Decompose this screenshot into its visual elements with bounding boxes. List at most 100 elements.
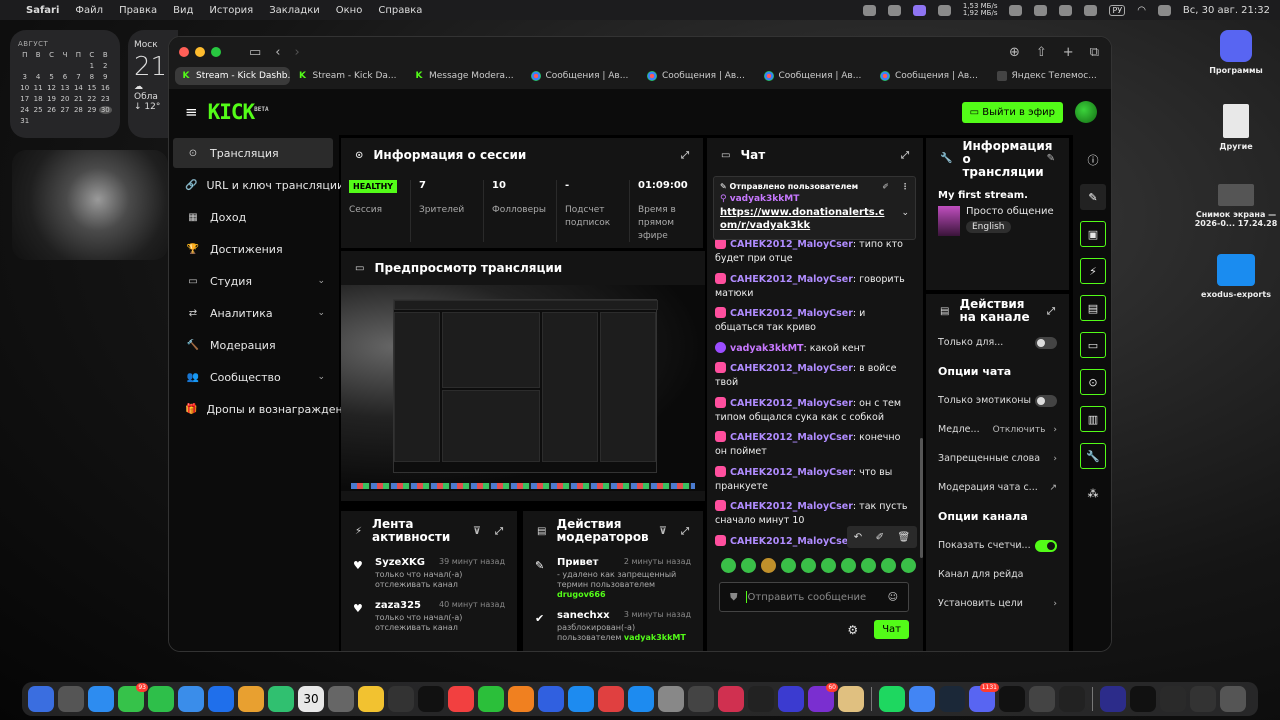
calendar-day[interactable]: 3	[18, 73, 31, 81]
numbers-icon[interactable]	[478, 686, 504, 712]
hamburger-menu-icon[interactable]: ≡	[185, 103, 198, 121]
share-icon[interactable]: ⇧	[1036, 45, 1047, 60]
channel-option[interactable]: Показать счетчи...	[926, 531, 1069, 560]
app-icon[interactable]	[598, 686, 624, 712]
close-window-icon[interactable]	[179, 47, 189, 57]
app-icon[interactable]	[1160, 686, 1186, 712]
chat-message[interactable]: CAHEK2012_MaloyCser: он с тем типом обща…	[715, 396, 915, 425]
emote-icon[interactable]	[901, 558, 916, 573]
calendar-day[interactable]: 23	[99, 95, 112, 103]
desktop-discord[interactable]: Программы	[1196, 30, 1276, 75]
emote-icon[interactable]	[881, 558, 896, 573]
video-icon[interactable]: ▣	[1080, 221, 1106, 247]
status-icon[interactable]	[862, 4, 876, 16]
go-live-button[interactable]: ▭ Выйти в эфир	[961, 101, 1063, 123]
app-icon[interactable]: 60	[808, 683, 838, 712]
channel-option[interactable]: Медле... Отключить ›	[926, 415, 1069, 444]
chat-message[interactable]: CAHEK2012_MaloyCser: типо кто будет при …	[715, 238, 915, 266]
spotify-icon[interactable]	[879, 686, 905, 712]
chat-username[interactable]: CAHEK2012_MaloyCser	[730, 467, 853, 478]
calendar-day[interactable]: 5	[45, 73, 58, 81]
emoji-icon[interactable]: ☺	[888, 592, 898, 603]
music-icon[interactable]	[448, 686, 474, 712]
calendar-day[interactable]: 10	[18, 84, 31, 92]
tab[interactable]: K Message Modera...	[408, 67, 523, 85]
chat-message[interactable]: CAHEK2012_MaloyCser: и общаться так крив…	[715, 307, 915, 335]
channel-option[interactable]: Модерация чата с... ↗	[926, 473, 1069, 502]
chat-username[interactable]: CAHEK2012_MaloyCser	[730, 308, 853, 319]
kick-logo[interactable]: KICKBETA	[208, 100, 269, 124]
chat-username[interactable]: CAHEK2012_MaloyCser	[730, 501, 853, 512]
wrench-icon[interactable]: 🔧	[1080, 443, 1106, 469]
status-icon[interactable]	[1059, 4, 1073, 16]
calendar-day[interactable]: 22	[85, 95, 98, 103]
chevron-right-icon[interactable]: ›	[1053, 599, 1057, 609]
chat-icon[interactable]: ▭	[1080, 332, 1106, 358]
channel-option[interactable]: Канал для рейда	[926, 560, 1069, 589]
filter-icon[interactable]: ⊽	[659, 525, 667, 538]
tab[interactable]: Сообщения | Ав...	[525, 67, 640, 85]
tab[interactable]: K Stream - Kick Da...	[292, 67, 407, 85]
chat-input[interactable]: ⛊ Отправить сообщение ☺	[719, 582, 909, 612]
pinned-link[interactable]: https://www.donationalerts.com/r/vadyak3…	[720, 206, 890, 232]
calendar-day[interactable]: 6	[58, 73, 71, 81]
reminders-icon[interactable]	[388, 686, 414, 712]
status-icon[interactable]	[887, 4, 901, 16]
minimize-window-icon[interactable]	[195, 47, 205, 57]
calendar-day[interactable]: 9	[99, 73, 112, 81]
chat-username[interactable]: vadyak3kkMT	[730, 343, 804, 354]
activity-user[interactable]: SyzeXKG	[375, 557, 425, 568]
emote-icon[interactable]	[741, 558, 756, 573]
sidebar-item[interactable]: 🏆 Достижения	[173, 234, 333, 264]
sidebar-item[interactable]: ⊙ Трансляция	[173, 138, 333, 168]
calendar-day[interactable]: 13	[58, 84, 71, 92]
sidebar-item[interactable]: 👥 Сообщество ⌄	[173, 362, 333, 392]
emote-icon[interactable]	[861, 558, 876, 573]
reply-icon[interactable]: ↶	[854, 532, 862, 543]
unpin-icon[interactable]: ✐	[882, 182, 889, 191]
chat-username[interactable]: CAHEK2012_MaloyCser	[730, 274, 853, 285]
stream-category[interactable]: Просто общение	[966, 206, 1054, 217]
menu-help[interactable]: Справка	[378, 5, 422, 16]
desktop-screenshot[interactable]: Снимок экрана — 2026-0... 17.24.28	[1194, 184, 1278, 228]
sidebar-item[interactable]: 🔗 URL и ключ трансляции	[173, 170, 344, 200]
calendar-day[interactable]: 29	[85, 106, 98, 114]
appstore-icon[interactable]	[628, 686, 654, 712]
expand-icon[interactable]: ⤢	[681, 525, 689, 538]
channel-option[interactable]: Запрещенные слова ›	[926, 444, 1069, 473]
toggle-switch[interactable]	[1035, 394, 1057, 407]
channel-option[interactable]: Установить цели ›	[926, 589, 1069, 618]
tab[interactable]: Сообщения | Ав...	[641, 67, 756, 85]
broadcast-icon[interactable]: ⊙	[1080, 369, 1106, 395]
edit-icon[interactable]: ✎	[1080, 184, 1106, 210]
chevron-down-icon[interactable]: ⌄	[317, 276, 325, 286]
calendar-day[interactable]: 8	[85, 73, 98, 81]
avatar[interactable]	[1075, 101, 1097, 123]
menu-file[interactable]: Файл	[75, 5, 103, 16]
calendar-day[interactable]: 7	[72, 73, 85, 81]
calendar-day[interactable]: 21	[72, 95, 85, 103]
calendar-widget[interactable]: АВГУСТ П В С Ч П С В 1 2 3 4 5 6 7 8 9 10 11 12 13 14 15 16 17 1…	[10, 30, 120, 138]
back-icon[interactable]: ‹	[275, 45, 280, 60]
calendar-day[interactable]: 30	[98, 106, 112, 114]
calendar-day[interactable]: 17	[18, 95, 31, 103]
filter-icon[interactable]: ⊽	[473, 525, 481, 538]
trash-icon[interactable]	[1220, 686, 1246, 712]
send-chat-button[interactable]: Чат	[874, 620, 909, 639]
calendar-day[interactable]: 26	[45, 106, 58, 114]
chevron-right-icon[interactable]: ›	[1053, 425, 1057, 435]
stream-preview-video[interactable]	[341, 285, 705, 491]
sidebar-item[interactable]: ▭ Студия ⌄	[173, 266, 333, 296]
chat-username[interactable]: CAHEK2012_MaloyCser	[730, 398, 853, 409]
calendar-day[interactable]: 27	[58, 106, 71, 114]
info-icon[interactable]: ⓘ	[1080, 147, 1106, 173]
sidebar-item[interactable]: 🎁 Дропы и вознаграждени	[173, 394, 350, 424]
chevron-down-icon[interactable]: ⌄	[317, 372, 325, 382]
forward-icon[interactable]: ›	[295, 45, 300, 60]
pages-icon[interactable]	[508, 686, 534, 712]
channel-icon[interactable]: ▥	[1080, 406, 1106, 432]
tab[interactable]: Яндекс Телемос...	[991, 67, 1106, 85]
control-center-icon[interactable]	[1157, 4, 1171, 16]
appletv-icon[interactable]	[418, 686, 444, 712]
calendar-day[interactable]: 20	[58, 95, 71, 103]
